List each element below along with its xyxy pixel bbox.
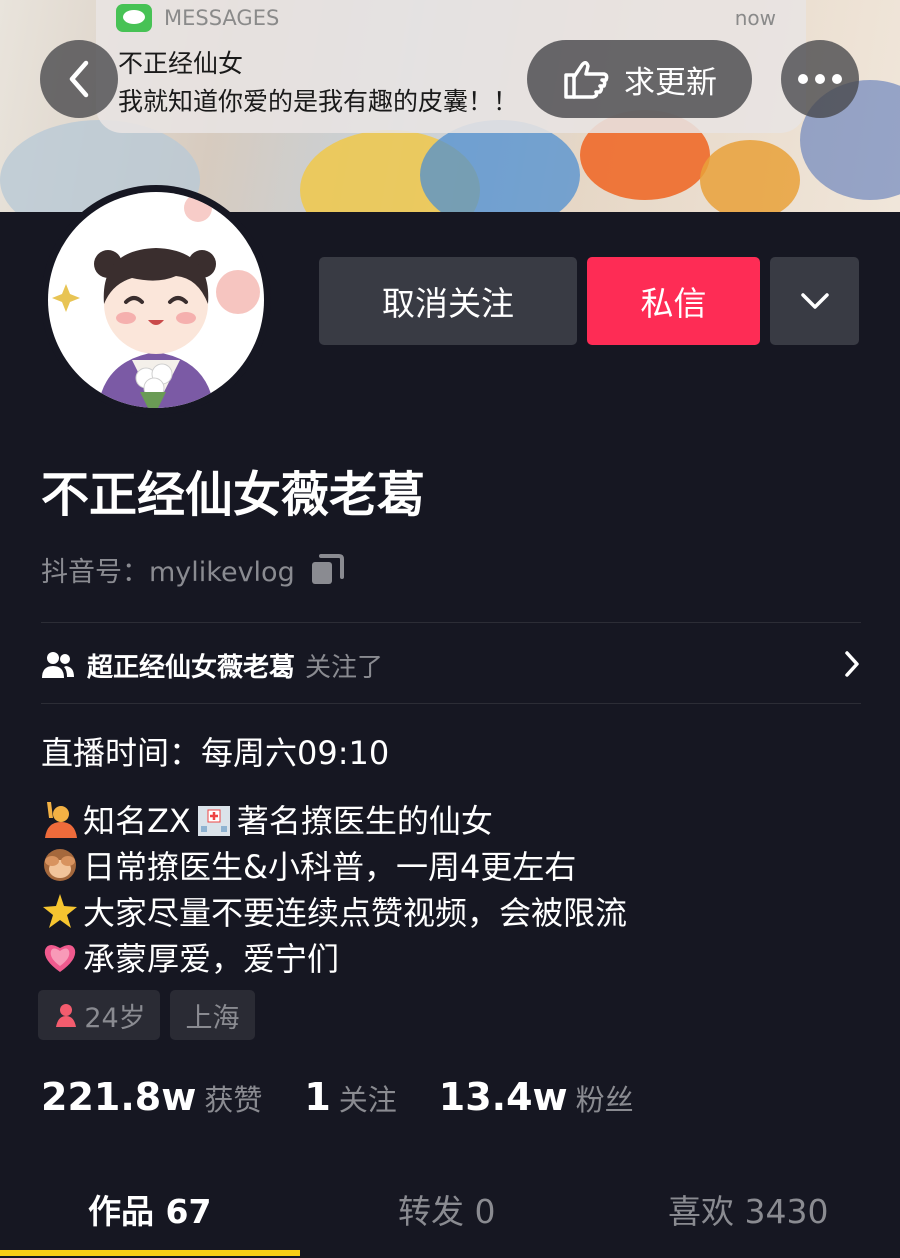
location-tag: 上海 — [170, 990, 255, 1040]
likes-count: 221.8w — [41, 1075, 197, 1119]
avatar[interactable] — [41, 185, 271, 415]
tab-reposts[interactable]: 转发 0 — [398, 1185, 496, 1233]
live-time: 直播时间：每周六09:10 — [41, 734, 390, 772]
bio-text: 日常撩医生&小科普，一周4更左右 — [83, 848, 577, 886]
divider — [41, 622, 861, 623]
notification-app: MESSAGES — [116, 4, 279, 32]
chevron-left-icon — [69, 60, 89, 98]
direct-message-button[interactable]: 私信 — [587, 257, 760, 345]
chevron-right-icon — [845, 651, 859, 677]
bio-text: 知名ZX — [83, 802, 191, 840]
douyin-id-row: 抖音号：mylikevlog — [41, 550, 345, 589]
users-icon — [42, 652, 74, 678]
more-dots-icon — [798, 74, 842, 84]
see-no-evil-monkey-emoji-icon — [44, 849, 76, 881]
notification-message: 我就知道你爱的是我有趣的皮囊！！ — [118, 87, 519, 116]
chevron-down-icon — [800, 293, 829, 309]
suggestions-dropdown-button[interactable] — [770, 257, 859, 345]
growing-heart-emoji-icon — [44, 944, 76, 972]
hospital-emoji-icon — [197, 806, 230, 836]
profile-name: 不正经仙女薇老葛 — [41, 467, 426, 523]
notification-app-name: MESSAGES — [164, 6, 280, 30]
messages-app-icon — [116, 4, 152, 32]
active-tab-indicator — [0, 1250, 300, 1256]
fans-label[interactable]: 粉丝 — [576, 1077, 634, 1119]
pointing-hand-icon — [564, 61, 609, 99]
copy-icon[interactable] — [309, 552, 345, 588]
profile-stats: 221.8w 获赞 1 关注 13.4w 粉丝 — [41, 1075, 634, 1119]
bio-line: 日常撩医生&小科普，一周4更左右 — [41, 842, 576, 888]
fans-count[interactable]: 13.4w — [439, 1075, 568, 1119]
douyin-id: 抖音号：mylikevlog — [41, 557, 295, 588]
likes-label: 获赞 — [204, 1083, 263, 1117]
notification-sender: 不正经仙女 — [118, 49, 244, 78]
request-update-label: 求更新 — [624, 64, 717, 101]
more-options-button[interactable] — [781, 40, 859, 118]
following-count[interactable]: 1 — [304, 1075, 330, 1119]
tab-works[interactable]: 作品 67 — [88, 1185, 211, 1233]
unfollow-button[interactable]: 取消关注 — [319, 257, 577, 345]
following-label[interactable]: 关注 — [339, 1077, 397, 1119]
bio-text: 大家尽量不要连续点赞视频，会被限流 — [83, 894, 628, 932]
bio-text: 著名撩医生的仙女 — [236, 802, 493, 840]
bio-line: 知名ZX 著名撩医生的仙女 — [41, 796, 493, 842]
back-button[interactable] — [40, 40, 118, 118]
glowing-star-emoji-icon — [43, 894, 77, 928]
age-tag: 24岁 — [38, 990, 160, 1040]
notification-time: now — [734, 6, 776, 30]
bio-line: 承蒙厚爱，爱宁们 — [41, 934, 339, 980]
person-raising-hand-emoji-icon — [45, 802, 77, 838]
mutual-follow-suffix: 关注了 — [305, 652, 384, 683]
avatar-image — [48, 192, 264, 408]
bio-text: 承蒙厚爱，爱宁们 — [83, 940, 340, 978]
request-update-button[interactable]: 求更新 — [527, 40, 752, 118]
mutual-follow-name: 超正经仙女薇老葛 — [87, 652, 296, 683]
divider — [41, 703, 861, 704]
tab-liked[interactable]: 喜欢 3430 — [668, 1185, 828, 1233]
age-value: 24岁 — [84, 1002, 146, 1034]
mutual-follow-row[interactable]: 超正经仙女薇老葛 关注了 — [41, 640, 861, 690]
bio-line: 大家尽量不要连续点赞视频，会被限流 — [41, 888, 627, 934]
female-icon — [56, 1004, 77, 1027]
